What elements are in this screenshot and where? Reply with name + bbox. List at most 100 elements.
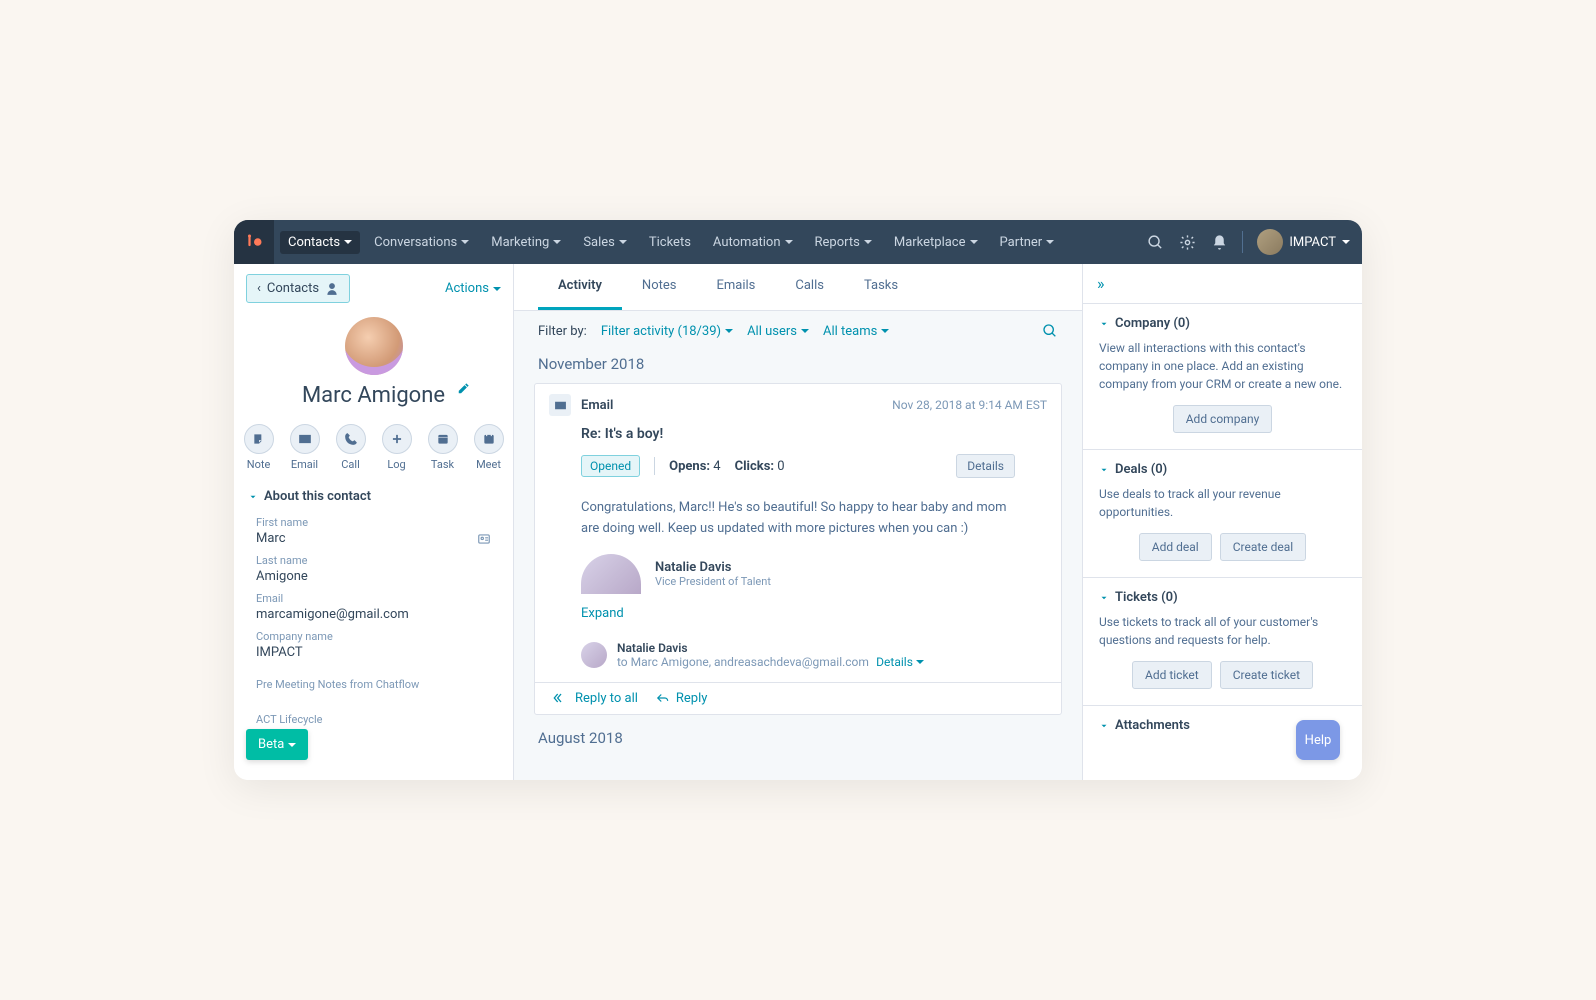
tickets-section: Tickets (0) Use tickets to track all of …	[1083, 577, 1362, 705]
bell-icon[interactable]	[1210, 233, 1228, 251]
avatar	[1257, 229, 1283, 255]
email-signature: Natalie Davis Vice President of Talent	[535, 550, 1061, 600]
field-label: Email	[256, 592, 491, 605]
month-header-2: August 2018	[514, 725, 1082, 757]
opened-chip: Opened	[581, 455, 640, 477]
left-panel: ‹Contacts Actions Marc Amigone Note Emai…	[234, 264, 514, 780]
reply-link[interactable]: Reply	[656, 691, 708, 706]
nav-partner[interactable]: Partner	[992, 231, 1063, 254]
quick-actions: Note Email Call Log Task Meet	[234, 420, 513, 481]
task-button[interactable]: Task	[428, 424, 458, 471]
search-icon[interactable]	[1042, 323, 1058, 339]
nav-marketplace[interactable]: Marketplace	[886, 231, 986, 254]
actions-dropdown[interactable]: Actions	[445, 281, 501, 296]
contact-profile: Marc Amigone	[234, 313, 513, 420]
add-ticket-button[interactable]: Add ticket	[1132, 661, 1212, 689]
tab-emails[interactable]: Emails	[696, 264, 775, 310]
nav-reports[interactable]: Reports	[807, 231, 880, 254]
clicks-stat: Clicks: 0	[735, 459, 785, 474]
tab-notes[interactable]: Notes	[622, 264, 697, 310]
help-button[interactable]: Help	[1296, 720, 1340, 760]
top-nav: Contacts Conversations Marketing Sales T…	[234, 220, 1362, 264]
call-button[interactable]: Call	[336, 424, 366, 471]
right-panel: » Company (0) View all interactions with…	[1082, 264, 1362, 780]
body: ‹Contacts Actions Marc Amigone Note Emai…	[234, 264, 1362, 780]
filter-teams[interactable]: All teams	[823, 324, 889, 339]
field-value: Amigone	[256, 569, 308, 584]
collapse-icon[interactable]: »	[1083, 264, 1362, 303]
field-label: First name	[256, 516, 491, 529]
recipient-to: to Marc Amigone, andreasachdeva@gmail.co…	[617, 655, 869, 669]
pencil-icon[interactable]	[457, 381, 471, 395]
log-button[interactable]: Log	[382, 424, 412, 471]
app-window: Contacts Conversations Marketing Sales T…	[234, 220, 1362, 780]
contact-avatar[interactable]	[345, 317, 403, 375]
email-subject: Re: It's a boy!	[535, 426, 1061, 442]
tickets-desc: Use tickets to track all of your custome…	[1099, 613, 1346, 649]
account-switcher[interactable]: IMPACT	[1257, 229, 1350, 255]
tab-calls[interactable]: Calls	[775, 264, 844, 310]
field-company[interactable]: Company name IMPACT	[234, 626, 513, 664]
tab-activity[interactable]: Activity	[538, 264, 622, 310]
recipient-name: Natalie Davis	[617, 641, 924, 655]
nav-contacts[interactable]: Contacts	[280, 231, 360, 254]
field-first-name[interactable]: First name Marc	[234, 512, 513, 550]
filter-users[interactable]: All users	[747, 324, 809, 339]
filter-activity[interactable]: Filter activity (18/39)	[601, 324, 733, 339]
field-label: Company name	[256, 630, 491, 643]
reply-all-link[interactable]: Reply to all	[553, 691, 638, 706]
tab-tasks[interactable]: Tasks	[844, 264, 918, 310]
nav-tickets[interactable]: Tickets	[641, 231, 699, 254]
email-type: Email	[581, 398, 613, 413]
recipient-avatar	[581, 642, 607, 668]
deals-desc: Use deals to track all your revenue oppo…	[1099, 485, 1346, 521]
field-value: marcamigone@gmail.com	[256, 607, 409, 622]
search-icon[interactable]	[1146, 233, 1164, 251]
signature-title: Vice President of Talent	[655, 575, 771, 588]
opens-stat: Opens: 4	[669, 459, 720, 474]
create-deal-button[interactable]: Create deal	[1220, 533, 1307, 561]
mini-note-2: ACT Lifecycle	[234, 711, 513, 728]
field-value: Marc	[256, 531, 286, 546]
deals-section: Deals (0) Use deals to track all your re…	[1083, 449, 1362, 577]
month-header: November 2018	[514, 351, 1082, 383]
company-header[interactable]: Company (0)	[1099, 316, 1346, 331]
back-contacts-button[interactable]: ‹Contacts	[246, 274, 350, 303]
email-card: Email Nov 28, 2018 at 9:14 AM EST Re: It…	[534, 383, 1062, 715]
gear-icon[interactable]	[1178, 233, 1196, 251]
nav-sales[interactable]: Sales	[575, 231, 635, 254]
recipient-details[interactable]: Details	[876, 655, 924, 669]
recipient-row: Natalie Davis to Marc Amigone, andreasac…	[535, 633, 1061, 682]
card-icon	[477, 532, 491, 546]
nav-marketing[interactable]: Marketing	[483, 231, 569, 254]
company-desc: View all interactions with this contact'…	[1099, 339, 1346, 393]
add-company-button[interactable]: Add company	[1173, 405, 1273, 433]
nav-conversations[interactable]: Conversations	[366, 231, 477, 254]
create-ticket-button[interactable]: Create ticket	[1220, 661, 1313, 689]
expand-link[interactable]: Expand	[535, 600, 1061, 633]
signature-avatar	[581, 554, 641, 594]
filter-label: Filter by:	[538, 324, 587, 339]
nav-automation[interactable]: Automation	[705, 231, 801, 254]
details-button[interactable]: Details	[956, 454, 1015, 478]
nav-items: Contacts Conversations Marketing Sales T…	[280, 231, 1146, 254]
email-body: Congratulations, Marc!! He's so beautifu…	[535, 490, 1061, 550]
field-value: IMPACT	[256, 645, 303, 660]
note-button[interactable]: Note	[244, 424, 274, 471]
email-timestamp: Nov 28, 2018 at 9:14 AM EST	[892, 398, 1047, 412]
tickets-header[interactable]: Tickets (0)	[1099, 590, 1346, 605]
reply-bar: Reply to all Reply	[535, 682, 1061, 714]
field-last-name[interactable]: Last name Amigone	[234, 550, 513, 588]
meet-button[interactable]: Meet	[474, 424, 504, 471]
about-section-header[interactable]: About this contact	[234, 481, 513, 512]
beta-button[interactable]: Beta	[246, 729, 308, 760]
email-button[interactable]: Email	[290, 424, 320, 471]
hubspot-logo[interactable]	[234, 220, 274, 264]
field-email[interactable]: Email marcamigone@gmail.com	[234, 588, 513, 626]
deals-header[interactable]: Deals (0)	[1099, 462, 1346, 477]
nav-right: IMPACT	[1146, 229, 1350, 255]
add-deal-button[interactable]: Add deal	[1139, 533, 1212, 561]
filter-row: Filter by: Filter activity (18/39) All u…	[514, 311, 1082, 351]
divider	[1242, 231, 1243, 253]
middle-panel: Activity Notes Emails Calls Tasks Filter…	[514, 264, 1082, 780]
